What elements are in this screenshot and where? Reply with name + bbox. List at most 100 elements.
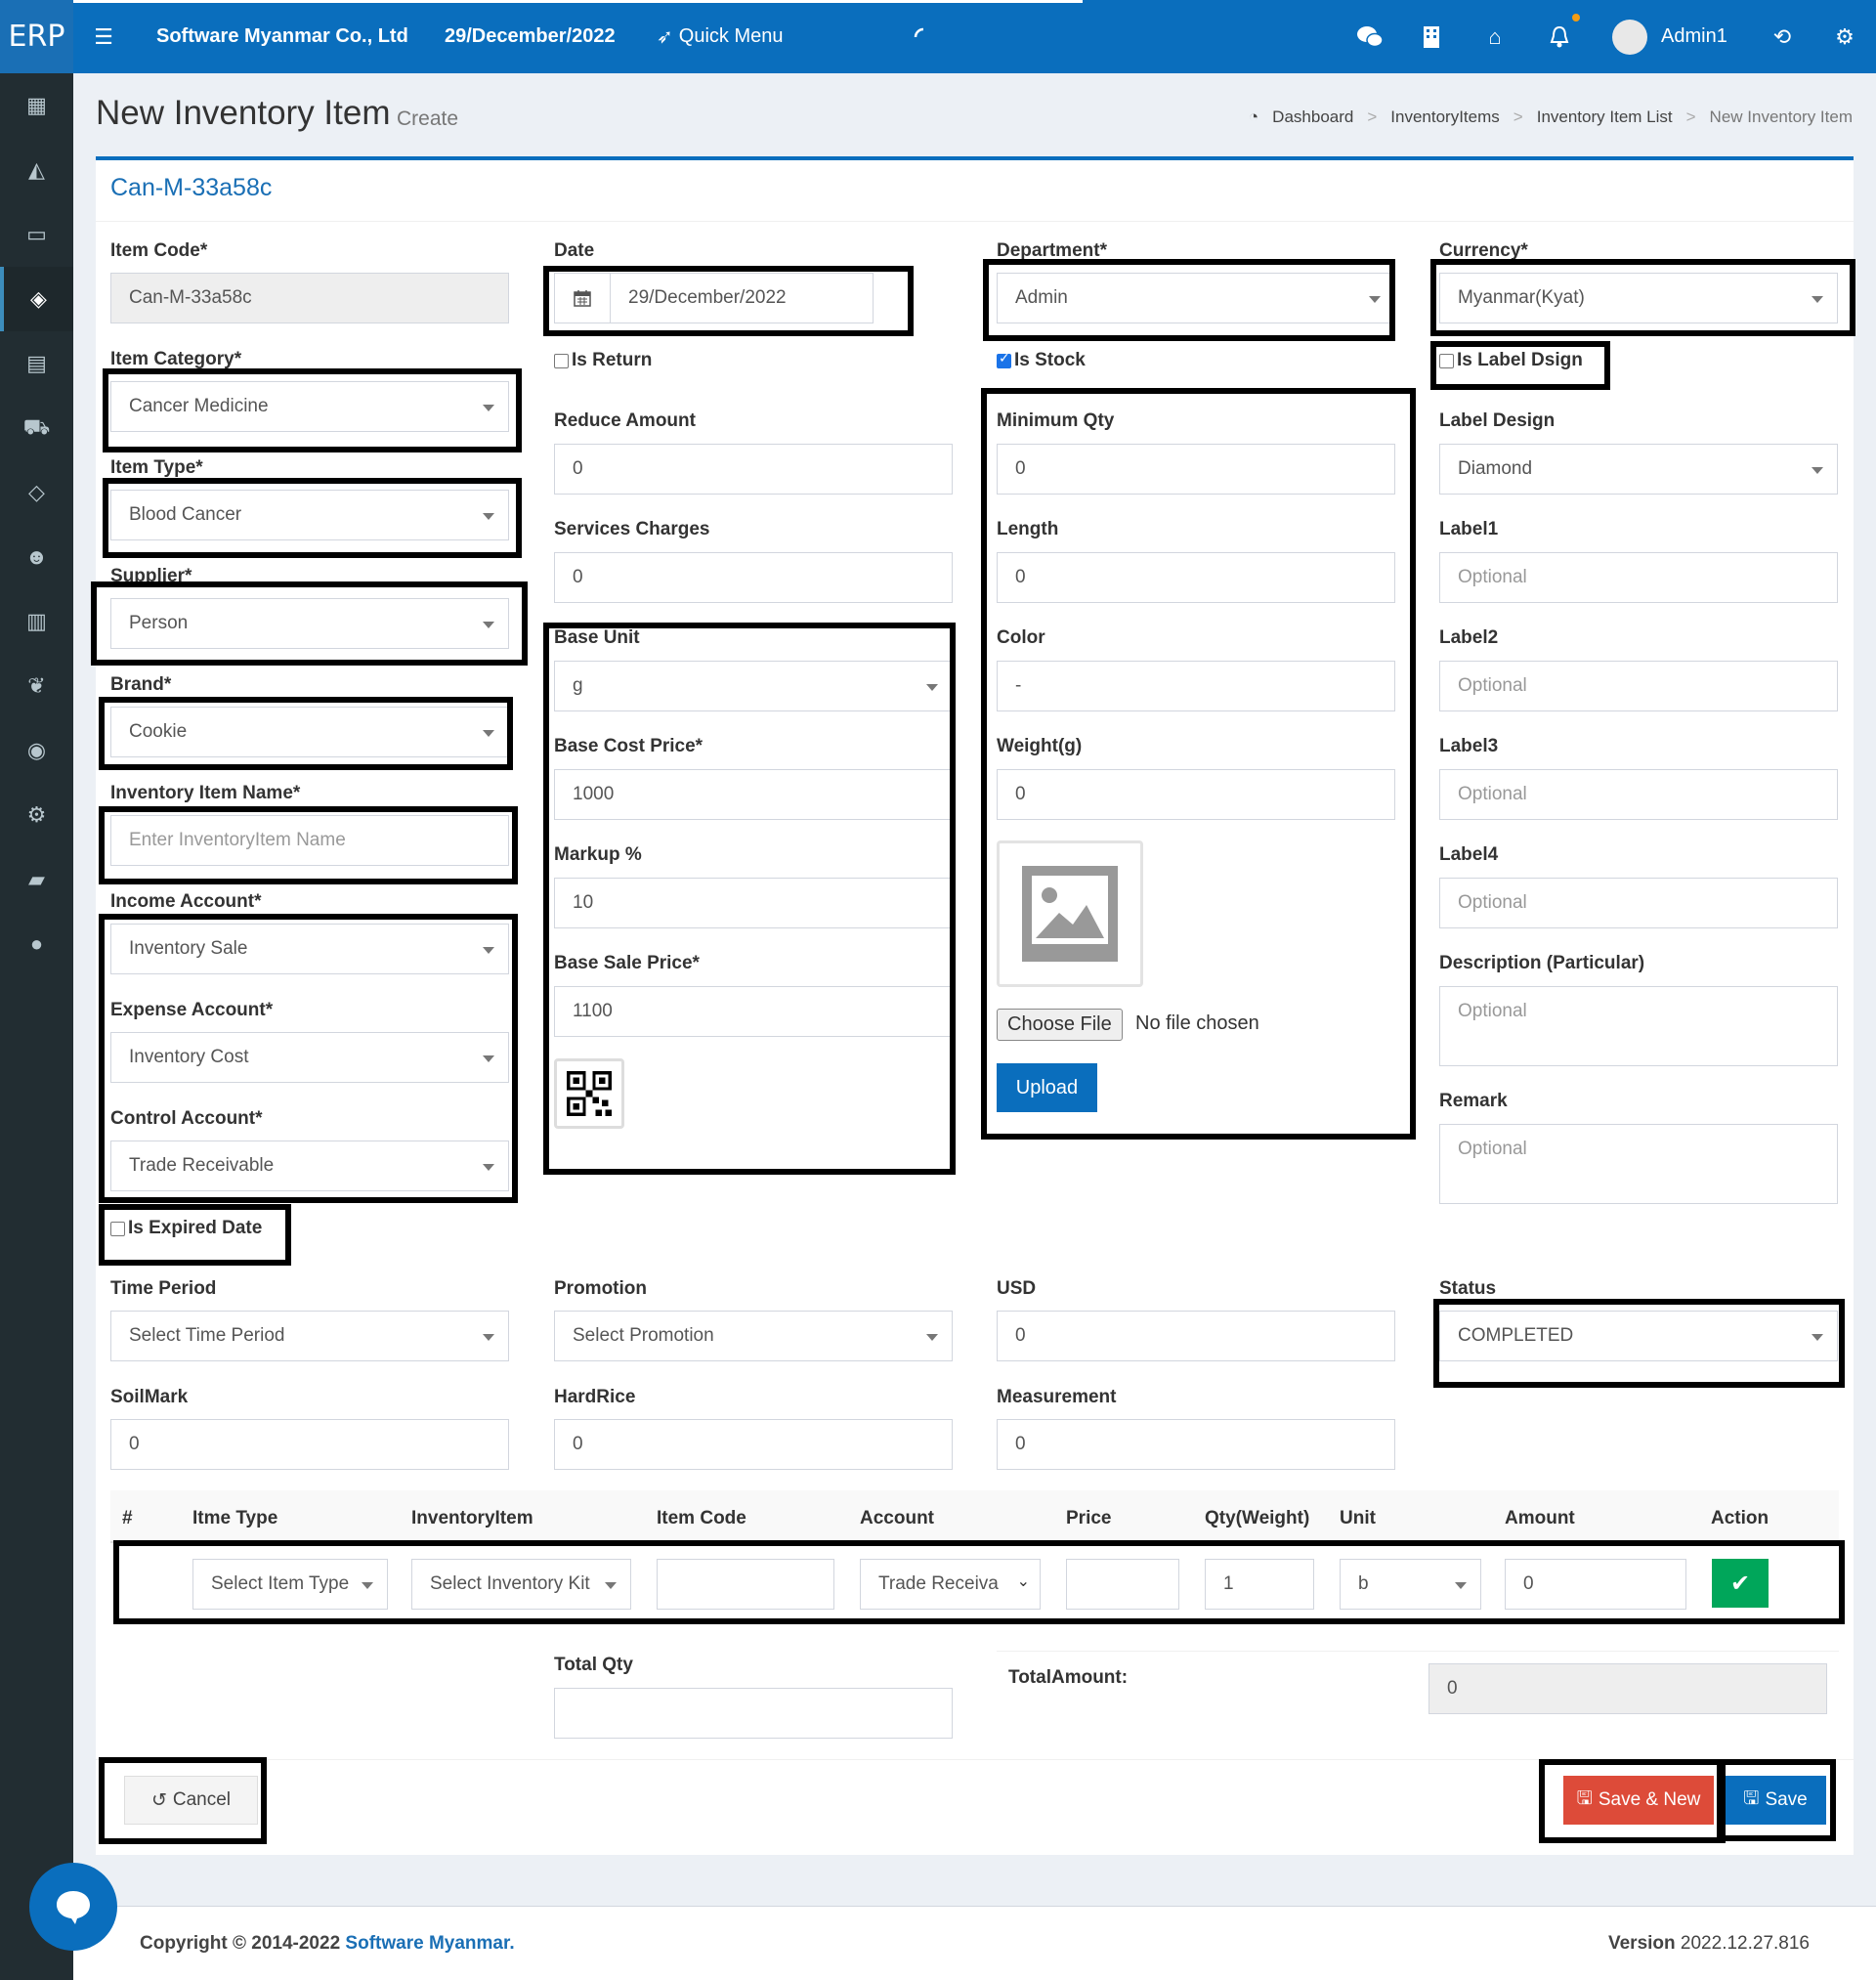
- wechat-icon[interactable]: [1352, 0, 1387, 73]
- breadcrumb-inventoryitems[interactable]: InventoryItems: [1390, 108, 1500, 127]
- sidebar-item-cart[interactable]: ⛟: [0, 396, 73, 460]
- row-price-input[interactable]: [1066, 1559, 1179, 1610]
- soilmark-input[interactable]: 0: [110, 1419, 509, 1470]
- checkbox-box[interactable]: [110, 1221, 125, 1236]
- qr-code-icon[interactable]: [554, 1058, 624, 1129]
- reduce-amount-input[interactable]: 0: [554, 444, 953, 495]
- sidebar-item-area-chart[interactable]: ◭: [0, 138, 73, 202]
- services-charges-input[interactable]: 0: [554, 552, 953, 603]
- divider: [96, 221, 1854, 222]
- markup-label: Markup %: [554, 844, 642, 865]
- sidebar-item-inventory[interactable]: ◈: [0, 267, 73, 331]
- sidebar-item-chat[interactable]: ●: [0, 912, 73, 976]
- sidebar-item-calculator[interactable]: ▦: [0, 73, 73, 138]
- time-period-select[interactable]: Select Time Period: [110, 1311, 509, 1361]
- hamburger-menu-icon[interactable]: ☰: [88, 0, 119, 73]
- gear-icon[interactable]: ⚙: [1829, 0, 1860, 73]
- history-icon[interactable]: ⟲: [1767, 0, 1798, 73]
- income-account-select[interactable]: Inventory Sale: [110, 924, 509, 974]
- row-item-code-input[interactable]: [657, 1559, 834, 1610]
- label1-input[interactable]: Optional: [1439, 552, 1838, 603]
- save-and-new-button[interactable]: 🖫 Save & New: [1563, 1776, 1714, 1825]
- remark-textarea[interactable]: Optional: [1439, 1124, 1838, 1204]
- label3-input[interactable]: Optional: [1439, 769, 1838, 820]
- is-return-label: Is Return: [572, 350, 653, 370]
- bell-icon[interactable]: [1544, 0, 1575, 73]
- measurement-input[interactable]: 0: [997, 1419, 1395, 1470]
- checkbox-box[interactable]: [1439, 353, 1454, 368]
- sidebar-item-users[interactable]: ☻: [0, 525, 73, 589]
- rocket-icon: ➶: [657, 26, 673, 48]
- department-select[interactable]: Admin: [997, 273, 1395, 323]
- copyright-label: Copyright © 2014-2022: [140, 1933, 341, 1954]
- row-qty-input[interactable]: 1: [1205, 1559, 1314, 1610]
- checkbox-box-checked[interactable]: [997, 351, 1011, 368]
- sidebar-item-card[interactable]: ▭: [0, 202, 73, 267]
- is-expired-checkbox[interactable]: Is Expired Date: [110, 1218, 262, 1239]
- sidebar-item-bar-chart[interactable]: ▥: [0, 589, 73, 654]
- item-category-select[interactable]: Cancer Medicine: [110, 381, 509, 432]
- row-item-type-select[interactable]: Select Item Type: [192, 1559, 388, 1610]
- quick-menu-button[interactable]: ➶ Quick Menu: [657, 0, 783, 73]
- status-select[interactable]: COMPLETED: [1439, 1311, 1838, 1361]
- supplier-select[interactable]: Person: [110, 598, 509, 649]
- sidebar-item-support[interactable]: ◉: [0, 718, 73, 783]
- is-stock-checkbox[interactable]: Is Stock: [997, 350, 1086, 371]
- building-icon[interactable]: [1416, 0, 1447, 73]
- is-return-checkbox[interactable]: Is Return: [554, 350, 652, 371]
- currency-select[interactable]: Myanmar(Kyat): [1439, 273, 1838, 323]
- description-textarea[interactable]: Optional: [1439, 986, 1838, 1066]
- breadcrumb-current: New Inventory Item: [1709, 108, 1853, 126]
- user-menu[interactable]: Admin1: [1612, 0, 1727, 73]
- confirm-row-button[interactable]: ✔: [1712, 1559, 1769, 1608]
- company-name[interactable]: Software Myanmar Co., Ltd: [156, 0, 408, 73]
- usd-input[interactable]: 0: [997, 1311, 1395, 1361]
- expense-account-select[interactable]: Inventory Cost: [110, 1032, 509, 1083]
- label2-input[interactable]: Optional: [1439, 661, 1838, 711]
- choose-file-button[interactable]: Choose File: [997, 1009, 1123, 1041]
- promotion-select[interactable]: Select Promotion: [554, 1311, 953, 1361]
- home-icon[interactable]: ⌂: [1479, 0, 1511, 73]
- length-input[interactable]: 0: [997, 552, 1395, 603]
- app-logo[interactable]: ERP: [0, 0, 73, 73]
- total-qty-input[interactable]: [554, 1688, 953, 1739]
- hardrice-input[interactable]: 0: [554, 1419, 953, 1470]
- markup-input[interactable]: 10: [554, 878, 953, 928]
- label4-input[interactable]: Optional: [1439, 878, 1838, 928]
- sidebar-item-diamond[interactable]: ◇: [0, 460, 73, 525]
- min-qty-input[interactable]: 0: [997, 444, 1395, 495]
- item-name-input[interactable]: Enter InventoryItem Name: [110, 815, 509, 866]
- breadcrumb-inventory-item-list[interactable]: Inventory Item List: [1537, 108, 1673, 127]
- control-account-label: Control Account*: [110, 1108, 263, 1129]
- date-input[interactable]: 29/December/2022: [554, 273, 874, 323]
- chat-widget-button[interactable]: [29, 1863, 117, 1951]
- base-sale-input[interactable]: 1100: [554, 986, 953, 1037]
- row-amount-input[interactable]: 0: [1505, 1559, 1686, 1610]
- base-cost-input[interactable]: 1000: [554, 769, 953, 820]
- sidebar-item-clipboard[interactable]: ▤: [0, 331, 73, 396]
- checkbox-box[interactable]: [554, 353, 569, 368]
- row-inventory-item-select[interactable]: Select Inventory Kit: [411, 1559, 631, 1610]
- weight-input[interactable]: 0: [997, 769, 1395, 820]
- is-label-design-checkbox[interactable]: Is Label Dsign: [1439, 350, 1583, 371]
- cancel-button[interactable]: ↺ Cancel: [124, 1776, 258, 1825]
- footer-divider: [96, 1759, 1854, 1760]
- item-type-select[interactable]: Blood Cancer: [110, 490, 509, 540]
- row-unit-select[interactable]: b: [1340, 1559, 1481, 1610]
- breadcrumb-dashboard[interactable]: Dashboard: [1272, 108, 1353, 127]
- calendar-icon: [555, 274, 611, 323]
- brand-select[interactable]: Cookie: [110, 707, 509, 757]
- base-unit-select[interactable]: g: [554, 661, 953, 711]
- control-account-select[interactable]: Trade Receivable: [110, 1141, 509, 1191]
- copyright-link[interactable]: Software Myanmar.: [345, 1933, 514, 1954]
- color-input[interactable]: -: [997, 661, 1395, 711]
- label-design-select[interactable]: Diamond: [1439, 444, 1838, 495]
- sidebar-item-settings[interactable]: ⚙: [0, 783, 73, 847]
- undo-icon: ↺: [150, 1789, 167, 1811]
- save-button[interactable]: 🖫 Save: [1725, 1776, 1826, 1825]
- row-account-select[interactable]: Trade Receiva ⌄: [860, 1559, 1041, 1610]
- upload-button[interactable]: Upload: [997, 1063, 1097, 1112]
- sidebar-item-leaf[interactable]: ❦: [0, 654, 73, 718]
- is-expired-label: Is Expired Date: [128, 1218, 263, 1238]
- sidebar-item-book[interactable]: ▰: [0, 847, 73, 912]
